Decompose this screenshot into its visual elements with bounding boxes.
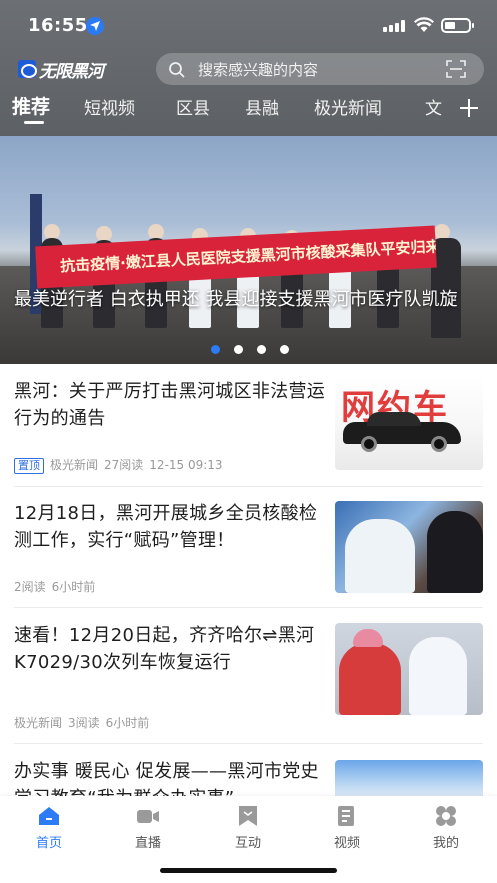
tab-culture[interactable]: 文: [425, 94, 442, 119]
home-icon: [37, 804, 61, 828]
news-title: 办实事 暖民心 促发展——黑河市党史学习教育“我为群众办实事”: [14, 761, 319, 798]
carousel-dot-1[interactable]: [211, 345, 220, 354]
news-title: 速看！12月20日起，齐齐哈尔⇌黑河 K7029/30次列车恢复运行: [14, 625, 315, 673]
tab-short-video[interactable]: 短视频: [84, 94, 135, 119]
logo-mark-icon: [18, 60, 37, 78]
active-tab-indicator: [24, 121, 44, 124]
divider: [14, 486, 483, 487]
document-video-icon: [335, 804, 359, 828]
news-time: 12-15 09:13: [149, 458, 223, 472]
news-meta: 置顶 极光新闻 27阅读 12-15 09:13: [14, 456, 229, 474]
news-item[interactable]: 黑河：关于严厉打击黑河城区非法营运行为的通告 置顶 极光新闻 27阅读 12-15 0…: [0, 378, 497, 486]
logo-text: 无限黑河: [39, 61, 104, 82]
location-arrow-icon: [86, 17, 104, 35]
tab-aurora-news[interactable]: 极光新闻: [314, 94, 382, 119]
tab-county-media[interactable]: 县融: [245, 94, 279, 119]
divider: [14, 607, 483, 608]
search-bar[interactable]: 搜索感兴趣的内容: [156, 53, 484, 85]
news-thumbnail: 网约车: [335, 378, 483, 470]
nav-label: 我的: [432, 836, 459, 851]
scan-icon[interactable]: [446, 60, 466, 82]
carousel-dot-3[interactable]: [257, 345, 266, 354]
nav-label: 首页: [35, 836, 62, 851]
news-thumbnail: [335, 623, 483, 715]
wifi-icon: [414, 17, 434, 37]
bookmark-flag-icon: [236, 804, 260, 828]
battery-icon: [441, 18, 474, 33]
nav-profile[interactable]: 我的: [416, 804, 476, 851]
status-time: 16:55: [28, 15, 88, 36]
news-source: 极光新闻: [14, 716, 63, 730]
channel-tabs: 推荐 短视频 区县 县融 极光新闻 文: [0, 90, 497, 126]
news-item[interactable]: 办实事 暖民心 促发展——黑河市党史学习教育“我为群众办实事”: [0, 758, 497, 798]
pinned-badge: 置顶: [14, 458, 44, 474]
news-reads: 27阅读: [104, 458, 144, 472]
news-source: 极光新闻: [50, 458, 99, 472]
nav-interact[interactable]: 互动: [218, 804, 278, 851]
profile-icon: [434, 804, 458, 828]
news-thumbnail: [335, 760, 483, 798]
nav-label: 互动: [234, 836, 261, 851]
nav-video[interactable]: 视频: [317, 804, 377, 851]
top-header: 16:55 无限黑河 搜索感兴趣的内容 推荐 短视频 区县 县融 极光新闻 文: [0, 0, 497, 136]
app-logo[interactable]: 无限黑河: [18, 59, 104, 82]
cellular-signal-icon: [383, 20, 407, 32]
nav-label: 直播: [134, 836, 161, 851]
home-indicator[interactable]: [160, 868, 337, 873]
add-channel-icon[interactable]: [459, 98, 479, 122]
nav-label: 视频: [333, 836, 360, 851]
tab-recommend[interactable]: 推荐: [12, 92, 50, 119]
news-reads: 3阅读: [68, 716, 100, 730]
hero-carousel[interactable]: 抗击疫情·嫩江县人民医院支援黑河市核酸采集队平安归来！ 最美逆行者 白衣执甲还 …: [0, 136, 497, 364]
news-reads: 2阅读: [14, 580, 46, 594]
carousel-dot-2[interactable]: [234, 345, 243, 354]
news-thumbnail: [335, 501, 483, 593]
news-title: 黑河：关于严厉打击黑河城区非法营运行为的通告: [14, 381, 326, 429]
news-time: 6小时前: [51, 580, 96, 594]
hero-caption[interactable]: 最美逆行者 白衣执甲还 我县迎接支援黑河市医疗队凯旋: [14, 288, 484, 312]
search-icon: [168, 61, 186, 83]
news-meta: 2阅读 6小时前: [14, 578, 101, 595]
news-item[interactable]: 速看！12月20日起，齐齐哈尔⇌黑河 K7029/30次列车恢复运行 极光新闻 3…: [0, 622, 497, 730]
video-camera-icon: [136, 804, 160, 828]
news-meta: 极光新闻 3阅读 6小时前: [14, 714, 155, 731]
news-item[interactable]: 12月18日，黑河开展城乡全员核酸检测工作，实行“赋码”管理！ 2阅读 6小时前: [0, 500, 497, 608]
news-time: 6小时前: [105, 716, 150, 730]
news-title: 12月18日，黑河开展城乡全员核酸检测工作，实行“赋码”管理！: [14, 503, 318, 551]
nav-home[interactable]: 首页: [19, 804, 79, 851]
nav-live[interactable]: 直播: [118, 804, 178, 851]
status-bar: 16:55: [0, 0, 497, 50]
search-placeholder: 搜索感兴趣的内容: [198, 61, 319, 79]
divider: [14, 743, 483, 744]
tab-districts[interactable]: 区县: [176, 94, 210, 119]
carousel-dot-4[interactable]: [280, 345, 289, 354]
